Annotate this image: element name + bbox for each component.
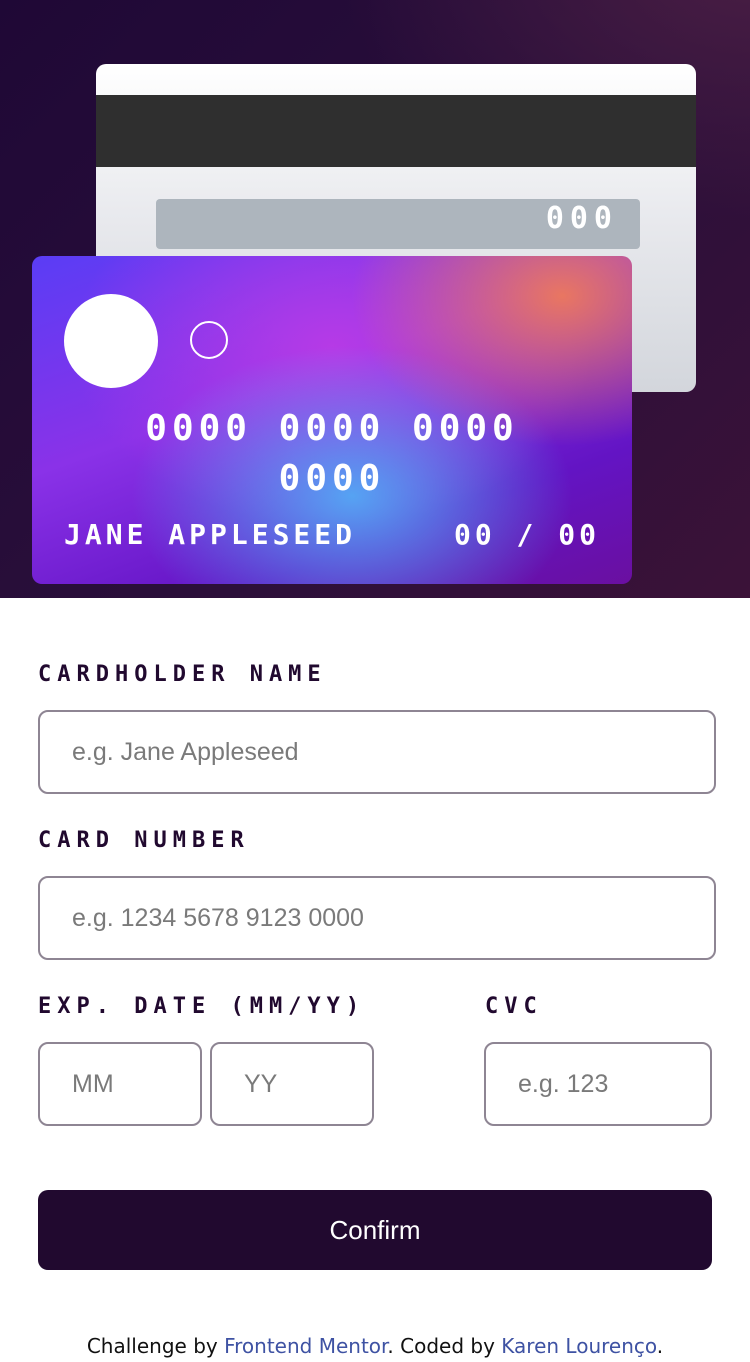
card-number-input[interactable] [38, 876, 716, 960]
card-logo-outline-circle-icon [190, 321, 228, 359]
card-name-display: JANE APPLESEED [64, 518, 357, 551]
exp-date-label: EXP. DATE (MM/YY) [38, 994, 366, 1019]
cardholder-name-label: CARDHOLDER NAME [38, 662, 327, 687]
exp-year-input[interactable] [210, 1042, 374, 1126]
author-link[interactable]: Karen Lourenço [501, 1334, 657, 1358]
cvc-input[interactable] [484, 1042, 712, 1126]
magnetic-stripe [96, 95, 696, 167]
exp-month-input[interactable] [38, 1042, 202, 1126]
card-number-label: CARD NUMBER [38, 828, 250, 853]
card-logo-filled-circle-icon [64, 294, 158, 388]
card-number-display: 0000 0000 0000 0000 [145, 408, 519, 499]
card-front: 0000 0000 0000 0000 JANE APPLESEED 00 / … [32, 256, 632, 584]
attribution-prefix: Challenge by [86, 1334, 225, 1358]
card-expiry-display: 00 / 00 [453, 518, 600, 551]
frontend-mentor-link[interactable]: Frontend Mentor [224, 1334, 387, 1358]
attribution-middle: . Coded by [387, 1334, 502, 1358]
confirm-button[interactable]: Confirm [38, 1190, 712, 1270]
card-cvc-display: 000 [545, 201, 618, 236]
cardholder-name-input[interactable] [38, 710, 716, 794]
attribution-suffix: . [656, 1334, 664, 1358]
attribution-footer: Challenge by Frontend Mentor. Coded by K… [0, 1334, 750, 1358]
hero-background: 000 0000 0000 0000 0000 JANE APPLESEED 0… [0, 0, 750, 598]
cvc-label: CVC [485, 994, 543, 1019]
